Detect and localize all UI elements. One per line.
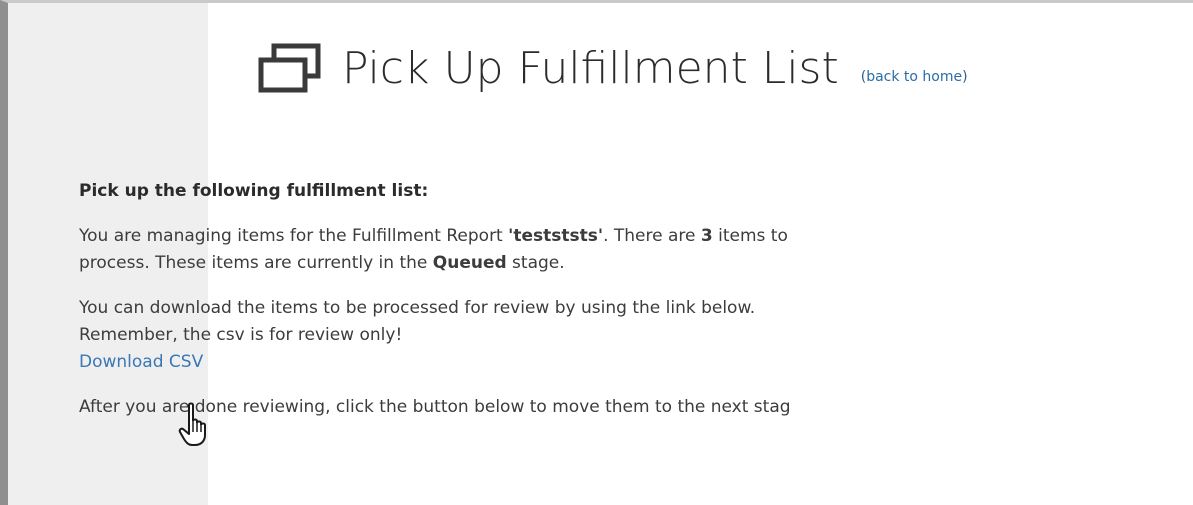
download-text-1: You can download the items to be process…	[79, 298, 756, 318]
report-text-2: . There are	[603, 226, 701, 246]
report-text-3: items to	[712, 226, 788, 246]
windows-icon	[258, 43, 321, 93]
stage-name: Queued	[432, 253, 507, 273]
report-text-1: You are managing items for the Fulfillme…	[79, 226, 509, 246]
section-heading: Pick up the following fulfillment list:	[79, 181, 429, 201]
download-text-2: Remember, the csv is for review only!	[79, 325, 403, 345]
page-title: Pick Up Fulfillment List	[342, 43, 839, 94]
back-link-wrapper: (back to home)	[861, 69, 968, 85]
report-text-4: process. These items are currently in th…	[79, 253, 433, 273]
content-body: Pick up the following fulfillment list: …	[79, 178, 999, 439]
report-info-paragraph: You are managing items for the Fulfillme…	[79, 223, 999, 277]
hand-pointer-icon	[178, 402, 206, 446]
report-text-5: stage.	[506, 253, 565, 273]
item-count: 3	[700, 226, 713, 246]
report-name: 'testststs'	[508, 226, 604, 246]
back-to-home-link[interactable]: back to home	[866, 69, 962, 85]
next-stage-paragraph: After you are done reviewing, click the …	[79, 397, 791, 417]
title-row: Pick Up Fulfillment List (back to home)	[258, 43, 968, 95]
download-paragraph: You can download the items to be process…	[79, 295, 999, 376]
download-csv-link[interactable]: Download CSV	[79, 352, 203, 372]
back-link-close-paren: )	[962, 69, 968, 85]
